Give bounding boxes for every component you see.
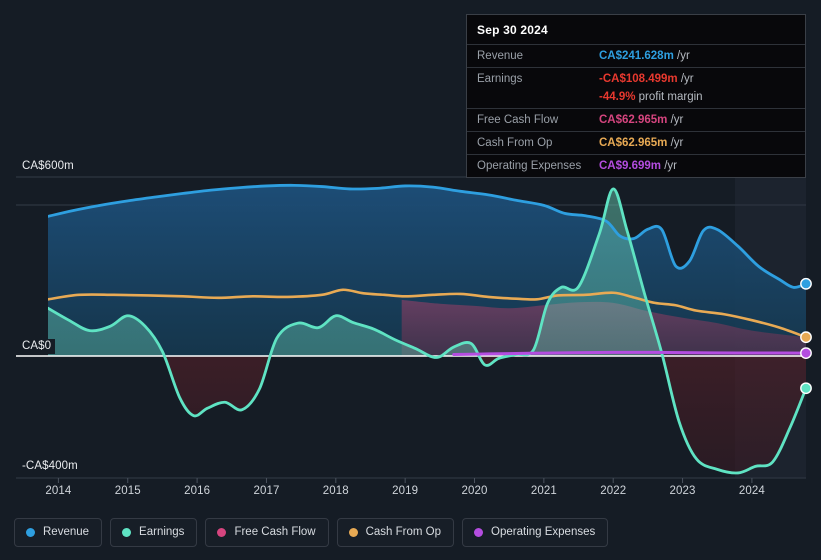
x-axis-label-2021: 2021 [530,485,557,497]
endpoint-marker-cash-from-op[interactable] [800,331,812,344]
legend-item-label: Revenue [43,526,90,538]
legend-color-dot-icon [26,528,35,537]
x-axis-label-2020: 2020 [461,485,488,497]
legend-color-dot-icon [122,528,132,537]
tooltip-row-value: CA$9.699m /yr [599,154,805,177]
x-axis-label-2022: 2022 [600,485,627,497]
tooltip-row-unit: profit margin [635,91,703,103]
tooltip-row-label: Cash From Op [467,131,599,155]
x-axis-label-2017: 2017 [253,485,280,497]
tooltip-row-value: -44.9% profit margin [599,90,805,109]
endpoint-marker-operating-expenses[interactable] [800,347,812,360]
y-axis-label-top: CA$600m [16,159,78,174]
x-axis-label-2019: 2019 [392,485,419,497]
tooltip-row-amount: -CA$108.499m [599,73,678,85]
tooltip-date: Sep 30 2024 [477,23,548,37]
tooltip-row-amount: CA$241.628m [599,50,674,62]
tooltip-row-value: CA$62.965m /yr [599,108,805,132]
legend-item-label: Free Cash Flow [234,526,316,538]
tooltip-row: Free Cash Flow CA$62.965m /yr [467,108,805,132]
tooltip-row-label: Free Cash Flow [467,108,599,132]
tooltip-row-unit: /yr [667,137,684,149]
tooltip-row-unit: /yr [677,73,694,85]
legend-color-dot-icon [348,528,358,537]
tooltip-row: Revenue CA$241.628m /yr [467,44,805,68]
tooltip-row-value: CA$241.628m /yr [599,44,805,68]
tooltip-row-label [467,90,599,109]
tooltip-row-unit: /yr [667,114,684,126]
tooltip-row: -44.9% profit margin [467,90,805,109]
legend-item-label: Cash From Op [365,526,442,538]
y-axis-label-bottom: -CA$400m [16,459,82,474]
x-axis-label-2023: 2023 [669,485,696,497]
tooltip-row-unit: /yr [661,160,677,172]
x-axis-label-2024: 2024 [738,485,765,497]
tooltip-row: Earnings -CA$108.499m /yr [467,67,805,90]
tooltip-row-amount: CA$9.699m [599,160,662,172]
legend-item-revenue[interactable]: Revenue [14,518,103,547]
tooltip-row-value: -CA$108.499m /yr [599,67,805,90]
x-axis-label-2016: 2016 [184,485,211,497]
legend-item-cash-from-op[interactable]: Cash From Op [336,518,455,547]
tooltip-row-label: Earnings [467,67,599,90]
tooltip-row-amount: CA$62.965m [599,114,668,126]
tooltip-row: Operating Expenses CA$9.699m /yr [467,154,805,177]
tooltip-row-value: CA$62.965m /yr [599,131,805,155]
legend-color-dot-icon [217,528,227,537]
tooltip-row: Cash From Op CA$62.965m /yr [467,131,805,155]
endpoint-marker-revenue[interactable] [800,277,812,290]
endpoint-marker-earnings[interactable] [800,382,812,395]
tooltip-table: Revenue CA$241.628m /yr Earnings -CA$108.49… [467,44,805,177]
legend-item-label: Earnings [139,526,185,538]
tooltip-row-label: Operating Expenses [467,154,599,177]
legend-item-free-cash-flow[interactable]: Free Cash Flow [205,518,329,547]
y-axis-label-zero: CA$0 [16,339,56,354]
tooltip-row-label: Revenue [467,44,599,68]
x-axis-label-2014: 2014 [45,485,72,497]
tooltip-row-amount: CA$62.965m [599,137,668,149]
legend-item-earnings[interactable]: Earnings [110,518,198,547]
x-axis-label-2018: 2018 [322,485,349,497]
financial-chart[interactable]: CA$600m CA$0 -CA$400m 2014 2015 2016 2017 20… [0,0,821,560]
tooltip-row-amount: -44.9% [599,91,636,103]
legend-item-label: Operating Expenses [491,526,596,538]
legend-item-operating-expenses[interactable]: Operating Expenses [462,518,609,547]
tooltip-row-unit: /yr [673,50,690,62]
chart-legend[interactable]: Revenue Earnings Free Cash Flow Cash From O… [14,518,609,547]
legend-color-dot-icon [474,528,484,537]
x-axis-label-2015: 2015 [114,485,141,497]
chart-tooltip: Sep 30 2024 Revenue CA$241.628m /yr Earnin… [466,14,806,178]
